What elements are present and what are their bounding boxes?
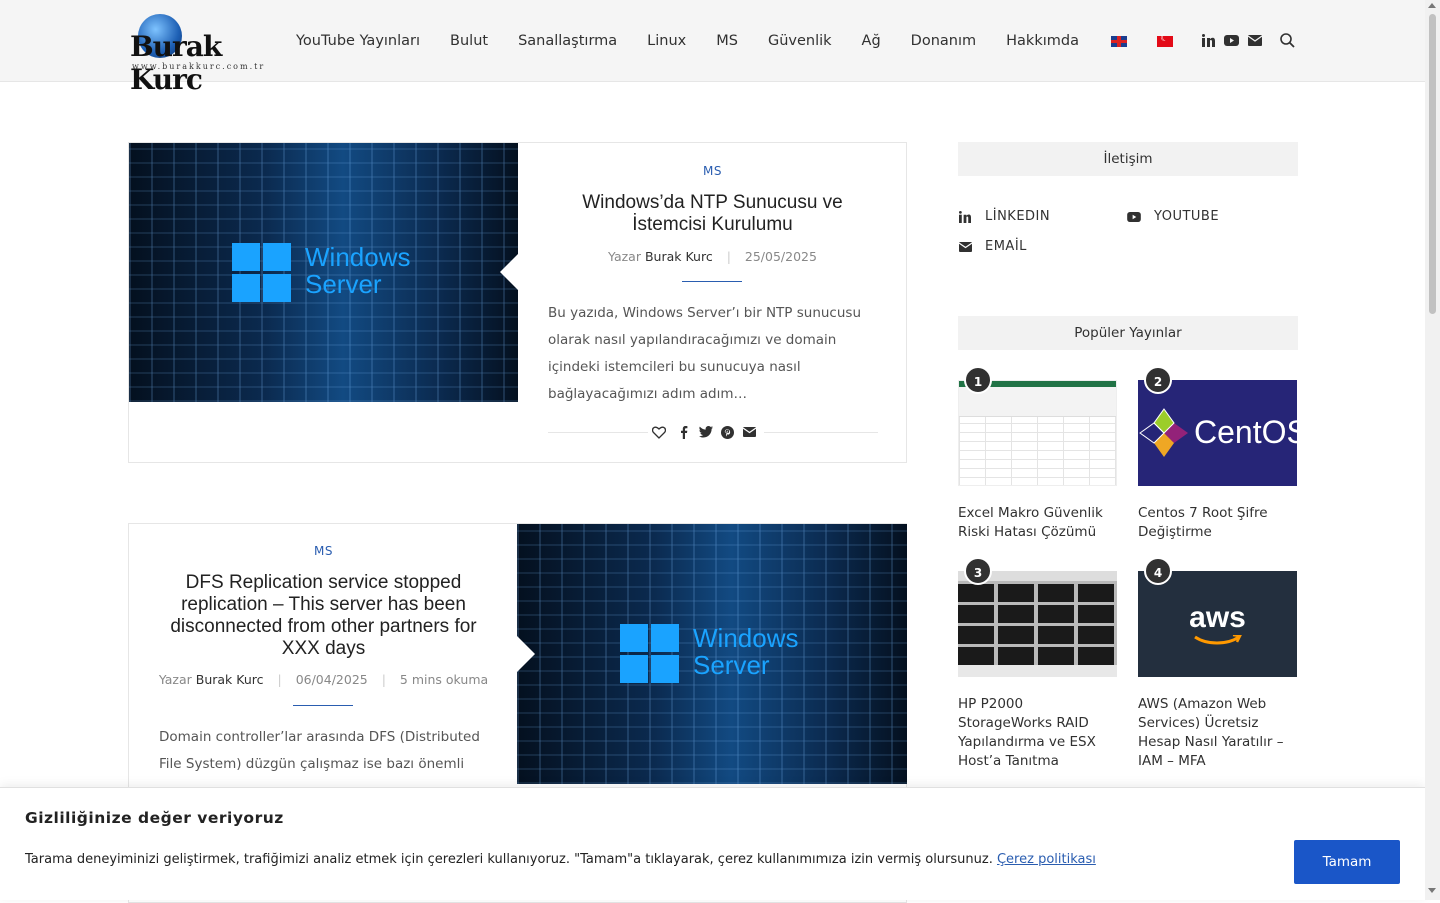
thumb-subtitle: Server (693, 650, 770, 680)
scroll-up-arrow-icon[interactable] (1428, 3, 1436, 8)
popular-post[interactable]: 1 Excel Makro Güvenlik Riski Hatası Çözü… (958, 366, 1117, 542)
social-link-youtube[interactable]: YOUTUBE (1127, 209, 1219, 224)
youtube-icon (1127, 210, 1141, 224)
nav-item-ms[interactable]: MS (716, 31, 738, 51)
read-time: 5 mins okuma (399, 672, 489, 687)
site-header: Burak Kurc www.burakkurc.com.tr YouTube … (0, 0, 1425, 96)
thumb-subtitle: Server (305, 269, 382, 299)
widget-title-popular: Popüler Yayınlar (958, 316, 1298, 350)
post-meta: Yazar Burak Kurc | 06/04/2025 | 5 mins o… (158, 672, 489, 687)
title-underline (682, 281, 742, 282)
popular-thumbnail[interactable]: aws (1138, 571, 1297, 677)
post-excerpt: Domain controller’lar arasında DFS (Dist… (159, 729, 480, 772)
post-excerpt: Bu yazıda, Windows Server’ı bir NTP sunu… (548, 305, 861, 402)
social-label: LİNKEDIN (985, 209, 1051, 224)
rank-badge: 4 (1144, 557, 1172, 585)
nav-item-donanim[interactable]: Donanım (911, 31, 976, 51)
nav-item-guvenlik[interactable]: Güvenlik (768, 31, 832, 51)
rank-badge: 3 (964, 557, 992, 585)
logo-url-text: www.burakkurc.com.tr (132, 62, 266, 71)
popular-title[interactable]: HP P2000 StorageWorks RAID Yapılandırma … (958, 695, 1117, 771)
cookie-message: Tarama deneyiminizi geliştirmek, trafiği… (25, 852, 993, 867)
thumb-text: CentOS (1194, 414, 1297, 450)
envelope-icon[interactable] (1247, 32, 1263, 48)
popular-title[interactable]: Centos 7 Root Şifre Değiştirme (1138, 504, 1297, 542)
linkedin-icon[interactable] (1200, 32, 1216, 48)
centos-logo-icon (1139, 408, 1188, 457)
main-nav: YouTube Yayınları Bulut Sanallaştırma Li… (296, 31, 1109, 51)
thumb-title: Windows (305, 242, 411, 272)
turkish-flag-icon[interactable] (1157, 33, 1173, 47)
post-author[interactable]: Burak Kurc (645, 249, 713, 264)
title-underline (293, 705, 353, 706)
share-bar (548, 424, 879, 440)
cookie-policy-link[interactable]: Çerez politikası (997, 852, 1096, 867)
cookie-title: Gizliliğinize değer veriyoruz (25, 809, 284, 827)
post-date: 06/04/2025 (295, 672, 368, 687)
site-logo[interactable]: Burak Kurc www.burakkurc.com.tr (128, 12, 270, 96)
nav-item-hakkimda[interactable]: Hakkımda (1006, 31, 1079, 51)
search-icon[interactable] (1279, 32, 1295, 48)
thumb-text: aws (1189, 601, 1246, 634)
popular-thumbnail[interactable] (958, 571, 1117, 677)
social-link-email[interactable]: EMAİL (958, 239, 1027, 254)
envelope-icon[interactable] (741, 424, 757, 440)
envelope-icon (958, 240, 972, 254)
windows-logo-icon (232, 243, 291, 302)
author-prefix: Yazar (158, 672, 192, 687)
nav-item-sanallastirma[interactable]: Sanallaştırma (518, 31, 617, 51)
thumb-notch (500, 254, 518, 290)
cookie-text: Tarama deneyiminizi geliştirmek, trafiği… (25, 852, 1096, 867)
page-scrollbar[interactable] (1425, 0, 1440, 900)
post-title[interactable]: DFS Replication service stopped replicat… (159, 572, 488, 660)
author-prefix: Yazar (608, 249, 641, 264)
nav-item-ag[interactable]: Ağ (862, 31, 881, 51)
post-author[interactable]: Burak Kurc (196, 672, 264, 687)
post-category[interactable]: MS (129, 544, 518, 558)
linkedin-icon (958, 210, 972, 224)
nav-item-linux[interactable]: Linux (647, 31, 686, 51)
youtube-icon[interactable] (1223, 32, 1239, 48)
social-label: EMAİL (985, 239, 1027, 254)
post-card: Windows Server MS Windows’da NTP Sunucus… (128, 142, 907, 463)
rank-badge: 1 (964, 366, 992, 394)
post-thumbnail[interactable]: Windows Server (517, 524, 907, 784)
english-flag-icon[interactable] (1111, 36, 1127, 47)
popular-title[interactable]: AWS (Amazon Web Services) Ücretsiz Hesap… (1138, 695, 1297, 771)
social-link-linkedin[interactable]: LİNKEDIN (958, 209, 1050, 224)
nav-item-bulut[interactable]: Bulut (450, 31, 488, 51)
nav-item-youtube[interactable]: YouTube Yayınları (296, 31, 420, 51)
popular-post[interactable]: 2 CentOS Centos 7 Root Şifre Değiştirme (1138, 366, 1297, 542)
post-category[interactable]: MS (518, 164, 907, 178)
windows-logo-icon (620, 624, 679, 683)
post-date: 25/05/2025 (744, 249, 817, 264)
widget-title-contact: İletişim (958, 142, 1298, 176)
popular-post[interactable]: 4 aws AWS (Amazon Web Services) Ücretsiz… (1138, 557, 1297, 771)
pinterest-icon[interactable] (720, 424, 736, 440)
popular-thumbnail[interactable] (958, 380, 1117, 486)
social-label: YOUTUBE (1154, 209, 1220, 224)
thumb-notch (517, 636, 535, 672)
post-meta: Yazar Burak Kurc | 25/05/2025 (608, 249, 817, 264)
cookie-banner: Gizliliğinize değer veriyoruz Tarama den… (0, 787, 1425, 900)
popular-thumbnail[interactable]: CentOS (1138, 380, 1297, 486)
rank-badge: 2 (1144, 366, 1172, 394)
scrollbar-thumb[interactable] (1429, 14, 1436, 314)
popular-post[interactable]: 3 HP P2000 StorageWorks RAID Yapılandırm… (958, 557, 1117, 771)
thumb-title: Windows (693, 623, 799, 653)
scroll-down-arrow-icon[interactable] (1428, 888, 1436, 893)
aws-smile-icon (1194, 635, 1242, 645)
post-thumbnail[interactable]: Windows Server (129, 143, 518, 402)
twitter-icon[interactable] (698, 424, 714, 440)
post-title[interactable]: Windows’da NTP Sunucusu ve İstemcisi Kur… (559, 192, 866, 236)
cookie-accept-button[interactable]: Tamam (1294, 840, 1400, 884)
heart-icon[interactable] (651, 424, 667, 440)
facebook-icon[interactable] (676, 424, 692, 440)
popular-title[interactable]: Excel Makro Güvenlik Riski Hatası Çözümü (958, 504, 1117, 542)
